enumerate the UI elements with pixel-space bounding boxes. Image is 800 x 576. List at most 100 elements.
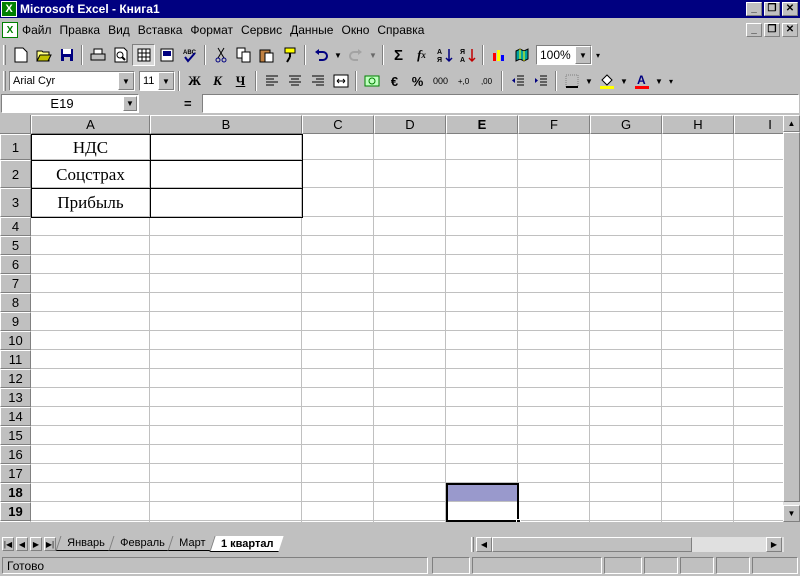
borders-dropdown-icon[interactable]: ▼	[583, 70, 595, 92]
row-header-15[interactable]: 15	[0, 426, 31, 445]
menu-edit[interactable]: Правка	[56, 23, 105, 37]
italic-button[interactable]: К	[206, 70, 229, 92]
menu-data[interactable]: Данные	[286, 23, 337, 37]
row-header-11[interactable]: 11	[0, 350, 31, 369]
row-header-4[interactable]: 4	[0, 217, 31, 236]
worksheet-grid[interactable]: ABCDEFGHI 123456789101112131415161718192…	[0, 115, 783, 522]
zoom-select[interactable]: 100% ▼	[536, 45, 592, 65]
format-painter-icon[interactable]	[278, 44, 301, 66]
next-sheet-icon[interactable]: ▶	[30, 537, 42, 551]
font-name-select[interactable]: Arial Cyr ▼	[9, 71, 135, 91]
sheet-tab-february[interactable]: Февраль	[108, 536, 175, 551]
scroll-up-icon[interactable]: ▲	[783, 115, 800, 132]
row-header-5[interactable]: 5	[0, 236, 31, 255]
select-all-button[interactable]	[0, 115, 31, 134]
function-icon[interactable]: fx	[410, 44, 433, 66]
excel-app-icon[interactable]: X	[1, 1, 17, 17]
menu-tools[interactable]: Сервис	[237, 23, 286, 37]
row-header-6[interactable]: 6	[0, 255, 31, 274]
row-header-12[interactable]: 12	[0, 369, 31, 388]
redo-icon[interactable]	[344, 44, 367, 66]
fill-color-icon[interactable]	[595, 70, 618, 92]
row-header-2[interactable]: 2	[0, 160, 31, 188]
bold-button[interactable]: Ж	[183, 70, 206, 92]
print-preview-icon[interactable]	[109, 44, 132, 66]
column-header-i[interactable]: I	[734, 115, 783, 134]
chevron-down-icon[interactable]: ▼	[575, 46, 591, 64]
column-header-e[interactable]: E	[446, 115, 518, 134]
fill-handle[interactable]	[516, 519, 521, 522]
scroll-down-icon[interactable]: ▼	[783, 505, 800, 522]
vertical-scroll-thumb[interactable]	[783, 132, 800, 502]
menu-file[interactable]: Файл	[18, 23, 56, 37]
scroll-left-icon[interactable]: ◀	[476, 537, 492, 552]
name-box[interactable]: E19 ▼	[1, 94, 139, 113]
column-header-f[interactable]: F	[518, 115, 590, 134]
column-header-b[interactable]: B	[150, 115, 302, 134]
increase-indent-icon[interactable]	[529, 70, 552, 92]
undo-dropdown-icon[interactable]: ▼	[332, 44, 344, 66]
workbook-icon[interactable]: X	[2, 22, 18, 38]
last-sheet-icon[interactable]: ▶|	[44, 537, 56, 551]
scroll-right-icon[interactable]: ▶	[766, 537, 782, 552]
menu-view[interactable]: Вид	[104, 23, 134, 37]
row-header-17[interactable]: 17	[0, 464, 31, 483]
vertical-scrollbar[interactable]: ▲ ▼	[783, 115, 800, 522]
merge-center-icon[interactable]	[329, 70, 352, 92]
toolbar-grip[interactable]	[3, 71, 6, 91]
open-icon[interactable]	[32, 44, 55, 66]
font-color-dropdown-icon[interactable]: ▼	[653, 70, 665, 92]
column-header-g[interactable]: G	[590, 115, 662, 134]
horizontal-scroll-thumb[interactable]	[492, 537, 692, 552]
map-icon[interactable]	[510, 44, 533, 66]
chart-wizard-icon[interactable]	[487, 44, 510, 66]
row-header-3[interactable]: 3	[0, 188, 31, 217]
doc-restore-button[interactable]: ❐	[764, 23, 780, 37]
align-right-icon[interactable]	[306, 70, 329, 92]
row-header-10[interactable]: 10	[0, 331, 31, 350]
doc-minimize-button[interactable]: _	[746, 23, 762, 37]
column-header-a[interactable]: A	[31, 115, 150, 134]
cell-a2[interactable]: Соцстрах	[31, 161, 150, 188]
increase-decimal-button[interactable]: +,0	[452, 70, 475, 92]
menu-help[interactable]: Справка	[373, 23, 428, 37]
column-header-d[interactable]: D	[374, 115, 446, 134]
formula-input[interactable]	[202, 94, 799, 113]
borders-icon[interactable]	[560, 70, 583, 92]
align-center-icon[interactable]	[283, 70, 306, 92]
menu-format[interactable]: Формат	[186, 23, 237, 37]
autosum-icon[interactable]: Σ	[387, 44, 410, 66]
row-header-20[interactable]: 20	[0, 521, 31, 522]
close-button[interactable]: ✕	[782, 2, 798, 16]
chevron-down-icon[interactable]: ▼	[158, 72, 174, 90]
toolbar-options-icon[interactable]: ▾	[592, 44, 604, 66]
paste-icon[interactable]	[255, 44, 278, 66]
edit-formula-button[interactable]: =	[184, 96, 192, 111]
sheet-tab-1st-quarter[interactable]: 1 квартал	[209, 536, 284, 552]
fill-color-dropdown-icon[interactable]: ▼	[618, 70, 630, 92]
row-header-8[interactable]: 8	[0, 293, 31, 312]
font-color-icon[interactable]: A	[630, 70, 653, 92]
redo-dropdown-icon[interactable]: ▼	[367, 44, 379, 66]
save-icon[interactable]	[55, 44, 78, 66]
sheet-tab-january[interactable]: Январь	[55, 536, 116, 551]
cell-a1[interactable]: НДС	[31, 135, 150, 160]
sort-ascending-icon[interactable]: АЯ	[433, 44, 456, 66]
underline-button[interactable]: Ч	[229, 70, 252, 92]
row-header-16[interactable]: 16	[0, 445, 31, 464]
decrease-indent-icon[interactable]	[506, 70, 529, 92]
decrease-decimal-button[interactable]: ,00	[475, 70, 498, 92]
currency-icon[interactable]	[360, 70, 383, 92]
restore-button[interactable]: ❐	[764, 2, 780, 16]
undo-icon[interactable]	[309, 44, 332, 66]
row-header-7[interactable]: 7	[0, 274, 31, 293]
sort-descending-icon[interactable]: ЯА	[456, 44, 479, 66]
column-header-c[interactable]: C	[302, 115, 374, 134]
percent-button[interactable]: %	[406, 70, 429, 92]
thousands-button[interactable]: 000	[429, 70, 452, 92]
align-left-icon[interactable]	[260, 70, 283, 92]
cell-selection[interactable]	[446, 483, 521, 522]
table-icon[interactable]	[132, 44, 155, 66]
sheet-tab-march[interactable]: Март	[168, 536, 217, 551]
row-header-1[interactable]: 1	[0, 134, 31, 160]
